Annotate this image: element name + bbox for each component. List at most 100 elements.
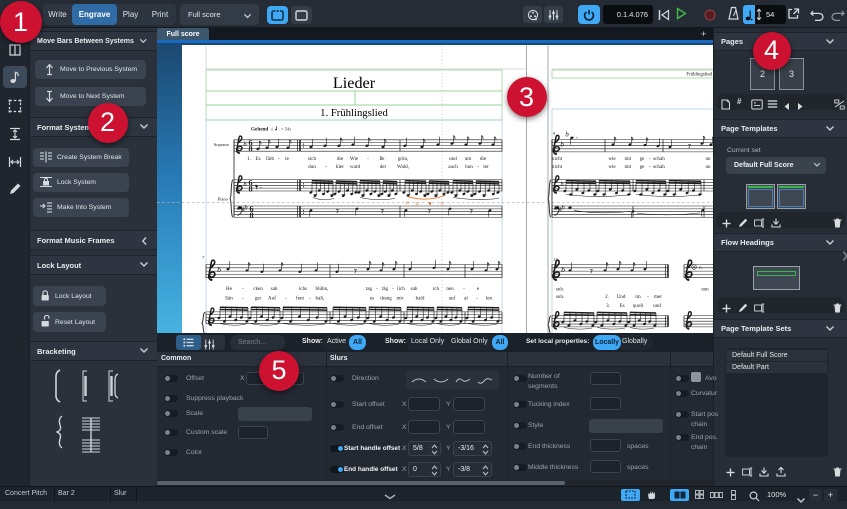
svg-text:auf: auf	[449, 294, 456, 301]
svg-text:-: -	[476, 295, 478, 301]
svg-text:8: 8	[248, 144, 252, 153]
svg-text:mer: mer	[654, 293, 662, 299]
svg-text:-: -	[392, 285, 394, 291]
svg-text:um: um	[465, 155, 472, 161]
svg-text:färb: färb	[266, 154, 275, 161]
svg-text:(: (	[272, 126, 274, 131]
svg-text:Gehend: Gehend	[251, 126, 268, 132]
svg-text:1. Frühlingslied: 1. Frühlingslied	[320, 107, 388, 119]
svg-text:b: b	[561, 264, 565, 273]
svg-text:sah: sah	[411, 285, 418, 291]
svg-text:ich: ich	[433, 285, 440, 291]
svg-text:im: im	[635, 293, 640, 299]
svg-text:Lieder: Lieder	[333, 74, 376, 92]
svg-text:ger: ger	[255, 295, 262, 301]
svg-text:ward: ward	[350, 163, 361, 169]
svg-text:nicht: nicht	[552, 163, 563, 169]
svg-text:quoll: quoll	[633, 303, 644, 309]
svg-text:b: b	[243, 141, 247, 148]
svg-text:al: al	[464, 295, 468, 301]
svg-text:-: -	[309, 295, 311, 301]
svg-text:nun: nun	[701, 287, 709, 292]
svg-text:sich: sich	[308, 155, 317, 161]
svg-text:die: die	[337, 155, 344, 161]
svg-text:-: -	[649, 155, 651, 161]
svg-text:un: un	[705, 155, 711, 161]
svg-text:-: -	[376, 285, 378, 291]
svg-text:ße: ße	[380, 154, 386, 161]
svg-text:mir: mir	[624, 163, 631, 169]
svg-text:Piano: Piano	[218, 196, 229, 201]
svg-text:Soprano: Soprano	[214, 141, 230, 146]
svg-text:-: -	[242, 295, 244, 301]
svg-text:-: -	[285, 295, 287, 301]
svg-text:b: b	[243, 180, 247, 187]
svg-text:schah: schah	[653, 163, 665, 169]
svg-text:te: te	[285, 155, 289, 161]
svg-text:9: 9	[553, 131, 556, 136]
svg-text:es: es	[370, 295, 374, 301]
svg-text:-: -	[647, 293, 649, 299]
svg-text:und: und	[653, 303, 661, 309]
svg-text:-: -	[463, 285, 465, 291]
svg-text:b: b	[560, 140, 564, 148]
svg-text:dun: dun	[308, 163, 316, 169]
svg-text:cken: cken	[253, 285, 263, 291]
svg-text:drang: drang	[380, 295, 392, 301]
svg-text:b: b	[244, 204, 248, 211]
svg-text:täg: täg	[382, 285, 389, 291]
svg-text:soh.: soh.	[556, 286, 564, 292]
svg-text:b: b	[560, 180, 564, 187]
svg-text:tag: tag	[366, 285, 373, 291]
svg-text:Wie: Wie	[350, 155, 359, 161]
svg-text:der: der	[380, 163, 387, 169]
svg-text:-: -	[649, 163, 651, 169]
svg-text:soh.: soh.	[556, 293, 564, 299]
svg-text:ge: ge	[640, 155, 646, 161]
svg-text:ichs: ichs	[299, 285, 307, 291]
svg-text:fent: fent	[296, 294, 305, 301]
svg-text:halt,: halt,	[316, 295, 325, 301]
svg-text:sah: sah	[271, 285, 278, 291]
svg-text:wie: wie	[608, 155, 616, 161]
svg-text:kler: kler	[336, 163, 344, 169]
svg-text:bald: bald	[416, 295, 425, 301]
svg-text:Auf: Auf	[268, 294, 276, 301]
svg-text:schah: schah	[653, 155, 665, 161]
svg-text:blühn,: blühn,	[316, 285, 329, 291]
svg-text:Wald,: Wald,	[397, 163, 409, 169]
svg-text:bun: bun	[465, 163, 473, 169]
svg-text:e: e	[477, 285, 480, 291]
svg-text:neu: neu	[446, 285, 454, 291]
svg-text:ter: ter	[483, 163, 489, 169]
svg-text:8: 8	[248, 184, 252, 193]
svg-text:b: b	[561, 204, 565, 211]
svg-text:und: und	[449, 155, 457, 161]
svg-text:-: -	[242, 285, 244, 291]
svg-text:lich: lich	[397, 285, 405, 291]
svg-text:-: -	[278, 155, 280, 161]
svg-text:. = 54): . = 54)	[279, 126, 291, 131]
svg-text:mir: mir	[624, 155, 631, 161]
svg-text:He: He	[226, 285, 233, 291]
svg-text:C: C	[699, 265, 702, 270]
svg-text:wie: wie	[608, 163, 616, 169]
svg-text:-: -	[477, 163, 479, 169]
svg-text:un: un	[705, 163, 711, 169]
svg-text:mir: mir	[396, 295, 403, 301]
svg-text:8: 8	[249, 210, 253, 219]
svg-text:nicht: nicht	[552, 155, 563, 161]
svg-text:Und: Und	[617, 293, 626, 299]
svg-text:Sän: Sän	[225, 295, 233, 301]
svg-text:Es: Es	[255, 155, 260, 161]
svg-text:Es: Es	[619, 303, 624, 309]
svg-text:len: len	[486, 295, 493, 301]
svg-text:-: -	[325, 163, 327, 169]
svg-text:-: -	[367, 155, 369, 161]
svg-text:2.: 2.	[605, 293, 609, 299]
svg-text:7: 7	[202, 255, 205, 260]
svg-text:Frühlingslied: Frühlingslied	[686, 72, 712, 77]
svg-text:grün,: grün,	[398, 155, 409, 161]
svg-text:auch: auch	[448, 163, 458, 169]
svg-text:3.: 3.	[606, 303, 610, 309]
